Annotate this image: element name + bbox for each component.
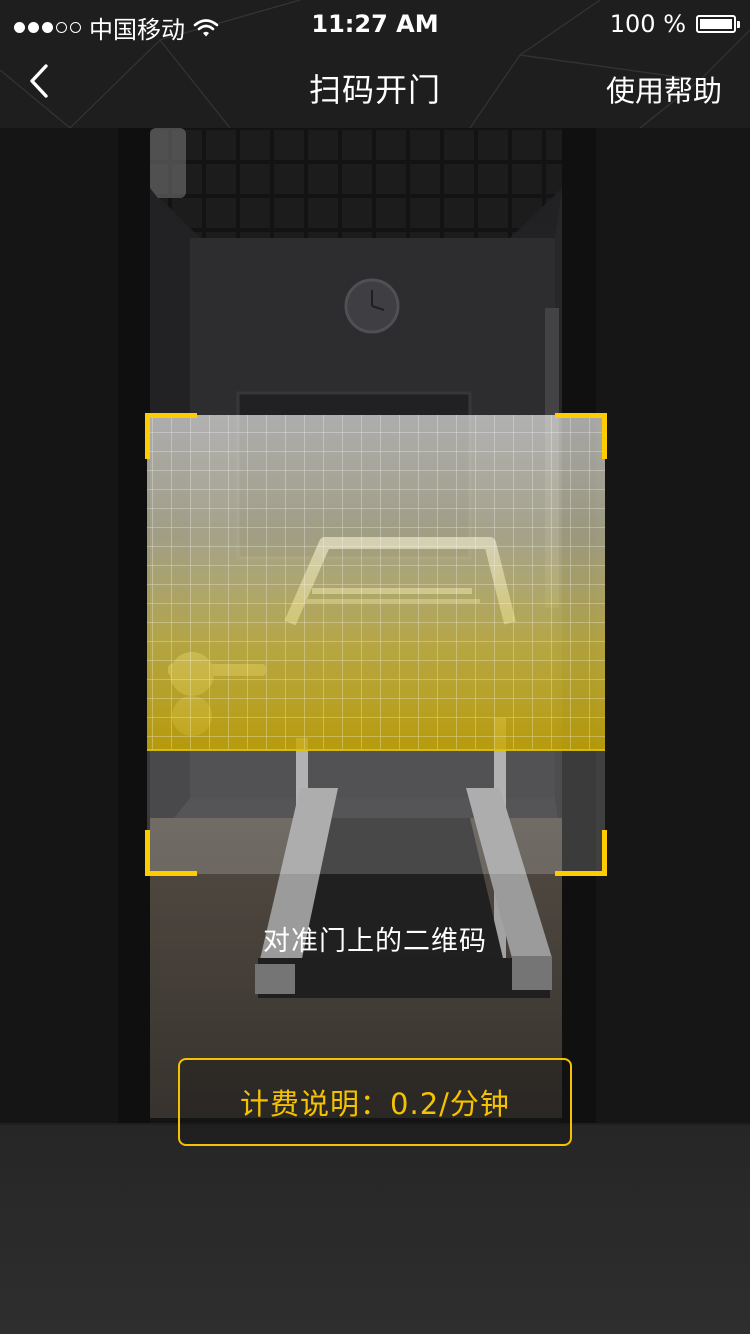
pricing-info-label: 计费说明：0.2/分钟: [240, 1087, 510, 1121]
navigation-bar: 扫码开门 使用帮助: [0, 48, 750, 128]
status-bar: 中国移动 11:27 AM 100 %: [0, 0, 750, 48]
scan-frame-corner-top-right: [555, 413, 607, 459]
qr-scan-frame: [145, 413, 607, 876]
camera-viewfinder: 对准门上的二维码 计费说明：0.2/分钟: [0, 128, 750, 1334]
battery-percent: 100 %: [609, 10, 686, 38]
battery-icon: [696, 15, 740, 33]
scan-hint-text: 对准门上的二维码: [263, 926, 487, 957]
scan-frame-corner-bottom-left: [145, 830, 197, 876]
scan-to-open-screen: 对准门上的二维码 计费说明：0.2/分钟 中国移动 11:27 AM 100 %…: [0, 0, 750, 1334]
header: 中国移动 11:27 AM 100 % 扫码开门 使用帮助: [0, 0, 750, 128]
scan-frame-corner-bottom-right: [555, 830, 607, 876]
scan-frame-corner-top-left: [145, 413, 197, 459]
help-button[interactable]: 使用帮助: [606, 68, 722, 110]
pricing-info-button[interactable]: 计费说明：0.2/分钟: [178, 1058, 572, 1146]
